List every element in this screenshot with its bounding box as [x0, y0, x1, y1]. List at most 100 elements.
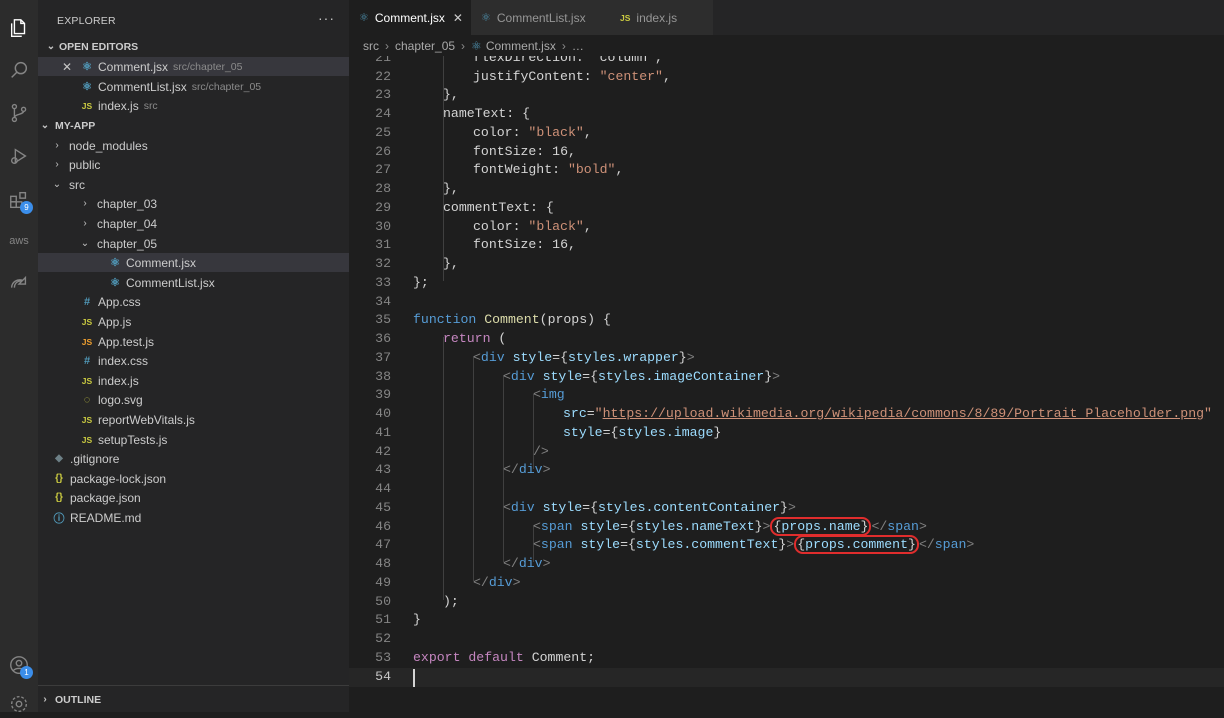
- code-attr: style: [580, 537, 621, 552]
- tree-item-comment-jsx[interactable]: ⚛ Comment.jsx: [38, 253, 349, 272]
- line-number: 29: [375, 200, 391, 215]
- tree-item-src[interactable]: ⌄ src: [38, 175, 349, 194]
- line-number: 27: [375, 162, 391, 177]
- code-text: };: [413, 275, 429, 290]
- breadcrumb-item[interactable]: …: [572, 39, 584, 53]
- code-expr: props.comment: [805, 537, 909, 552]
- code-text: flexDirection: "column",: [473, 56, 663, 65]
- react-icon: ⚛: [471, 39, 482, 53]
- open-editors-section[interactable]: ⌄ OPEN EDITORS: [38, 37, 349, 56]
- code-line: 41 style={styles.image}: [349, 424, 1224, 443]
- file-name: setupTests.js: [98, 432, 168, 447]
- code-line: 48 </div>: [349, 555, 1224, 574]
- tree-item-setuptests-js[interactable]: JS setupTests.js: [38, 430, 349, 449]
- code-text: },: [443, 256, 459, 271]
- code-text: fontSize:: [473, 237, 545, 252]
- close-icon[interactable]: ✕: [60, 60, 74, 74]
- code-line: 32},: [349, 255, 1224, 274]
- outline-section[interactable]: › OUTLINE: [38, 690, 349, 709]
- tab-commentlist-jsx[interactable]: ⚛ CommentList.jsx: [471, 0, 608, 35]
- css-hash-icon: #: [83, 295, 91, 308]
- code-tag: img: [540, 387, 565, 402]
- breadcrumb-item[interactable]: chapter_05: [395, 39, 455, 53]
- open-editor-item[interactable]: JS index.js src: [38, 96, 349, 115]
- code-line: 46 <span style={styles.nameText}> {props.n…: [349, 517, 1224, 537]
- tree-item-reportwebvitals-js[interactable]: JS reportWebVitals.js: [38, 410, 349, 429]
- tree-item-package-lock-json[interactable]: {} package-lock.json: [38, 469, 349, 488]
- extensions-icon[interactable]: 9: [5, 186, 33, 214]
- json-icon: {}: [55, 492, 63, 503]
- file-name: App.css: [98, 294, 141, 309]
- code-expr: styles.nameText: [635, 519, 755, 534]
- project-section[interactable]: ⌄ MY-APP: [38, 116, 349, 135]
- code-string: "bold": [567, 162, 616, 177]
- tree-item-index-css[interactable]: # index.css: [38, 351, 349, 370]
- tree-item-app-js[interactable]: JS App.js: [38, 312, 349, 331]
- open-editor-item[interactable]: ⚛ CommentList.jsx src/chapter_05: [38, 77, 349, 96]
- line-number: 30: [375, 219, 391, 234]
- code-line: 39 <img: [349, 386, 1224, 405]
- js-icon: JS: [81, 414, 93, 425]
- open-editor-item[interactable]: ✕ ⚛ Comment.jsx src/chapter_05: [38, 57, 349, 76]
- code-editor[interactable]: 21 flexDirection: "column", 22 justifyCont…: [349, 56, 1224, 712]
- code-line: 45 <div style={styles.contentContainer}>: [349, 499, 1224, 518]
- tree-item-app-css[interactable]: # App.css: [38, 292, 349, 311]
- file-name: package-lock.json: [70, 471, 167, 486]
- code-tag: span: [934, 537, 967, 552]
- react-icon: ⚛: [82, 81, 92, 93]
- accounts-icon[interactable]: 1: [5, 651, 33, 679]
- explorer-title: EXPLORER: [57, 15, 116, 27]
- react-icon: ⚛: [110, 277, 120, 289]
- code-line: 52: [349, 630, 1224, 649]
- tab-index-js[interactable]: JS index.js: [608, 0, 713, 35]
- code-attr: src: [563, 406, 587, 421]
- tree-item-public[interactable]: › public: [38, 155, 349, 174]
- tree-item-chapter-04[interactable]: › chapter_04: [38, 214, 349, 233]
- tree-item-package-json[interactable]: {} package.json: [38, 488, 349, 507]
- tree-item-gitignore[interactable]: ◆ .gitignore: [38, 449, 349, 468]
- tree-item-chapter-03[interactable]: › chapter_03: [38, 194, 349, 213]
- code-attr: style: [542, 369, 583, 384]
- folder-name: chapter_04: [97, 216, 158, 231]
- tree-item-commentlist-jsx[interactable]: ⚛ CommentList.jsx: [38, 273, 349, 292]
- line-number: 34: [375, 294, 391, 309]
- run-debug-icon[interactable]: [5, 142, 33, 170]
- line-number: 36: [375, 331, 391, 346]
- tree-item-node-modules[interactable]: › node_modules: [38, 136, 349, 155]
- tree-item-logo-svg[interactable]: ◌ logo.svg: [38, 390, 349, 409]
- line-number: 48: [375, 556, 391, 571]
- explorer-icon[interactable]: [5, 14, 33, 42]
- code-line: 33};: [349, 274, 1224, 293]
- file-path: src/chapter_05: [173, 60, 243, 73]
- code-tag: span: [887, 519, 919, 534]
- search-icon[interactable]: [5, 56, 33, 84]
- folder-name: src: [69, 177, 85, 192]
- source-control-icon[interactable]: [5, 99, 33, 127]
- code-line: 25 color: "black",: [349, 124, 1224, 143]
- line-number: 39: [375, 387, 391, 402]
- red-highlight-circle: {props.comment}: [794, 535, 919, 554]
- more-actions-button[interactable]: ···: [318, 10, 335, 26]
- code-line: 23},: [349, 86, 1224, 105]
- tree-item-index-js[interactable]: JS index.js: [38, 371, 349, 390]
- open-editors-label: OPEN EDITORS: [59, 40, 139, 53]
- code-line: 47 <span style={styles.commentText}> {prop…: [349, 535, 1224, 555]
- breadcrumb-item[interactable]: Comment.jsx: [486, 39, 556, 53]
- close-icon[interactable]: ✕: [453, 11, 463, 25]
- aws-icon[interactable]: aws: [5, 227, 33, 255]
- manage-gear-icon[interactable]: [5, 690, 33, 718]
- code-url-link[interactable]: https://upload.wikimedia.org/wikipedia/c…: [603, 406, 1204, 421]
- tree-item-chapter-05[interactable]: ⌄ chapter_05: [38, 234, 349, 253]
- tree-item-app-test-js[interactable]: JS App.test.js: [38, 332, 349, 351]
- breadcrumb-item[interactable]: src: [363, 39, 379, 53]
- remote-explorer-icon[interactable]: [5, 270, 33, 298]
- tree-item-readme-md[interactable]: ⓘ README.md: [38, 508, 349, 527]
- code-tag: span: [540, 519, 573, 534]
- svg-file-icon: ◌: [83, 393, 91, 406]
- line-number: 44: [375, 481, 391, 496]
- breadcrumb: src › chapter_05 › ⚛ Comment.jsx › …: [349, 36, 1224, 56]
- aws-label: aws: [9, 235, 29, 247]
- code-text: nameText: {: [443, 106, 531, 121]
- tab-comment-jsx[interactable]: ⚛ Comment.jsx ✕: [349, 0, 471, 35]
- code-line: 24 nameText: {: [349, 105, 1224, 124]
